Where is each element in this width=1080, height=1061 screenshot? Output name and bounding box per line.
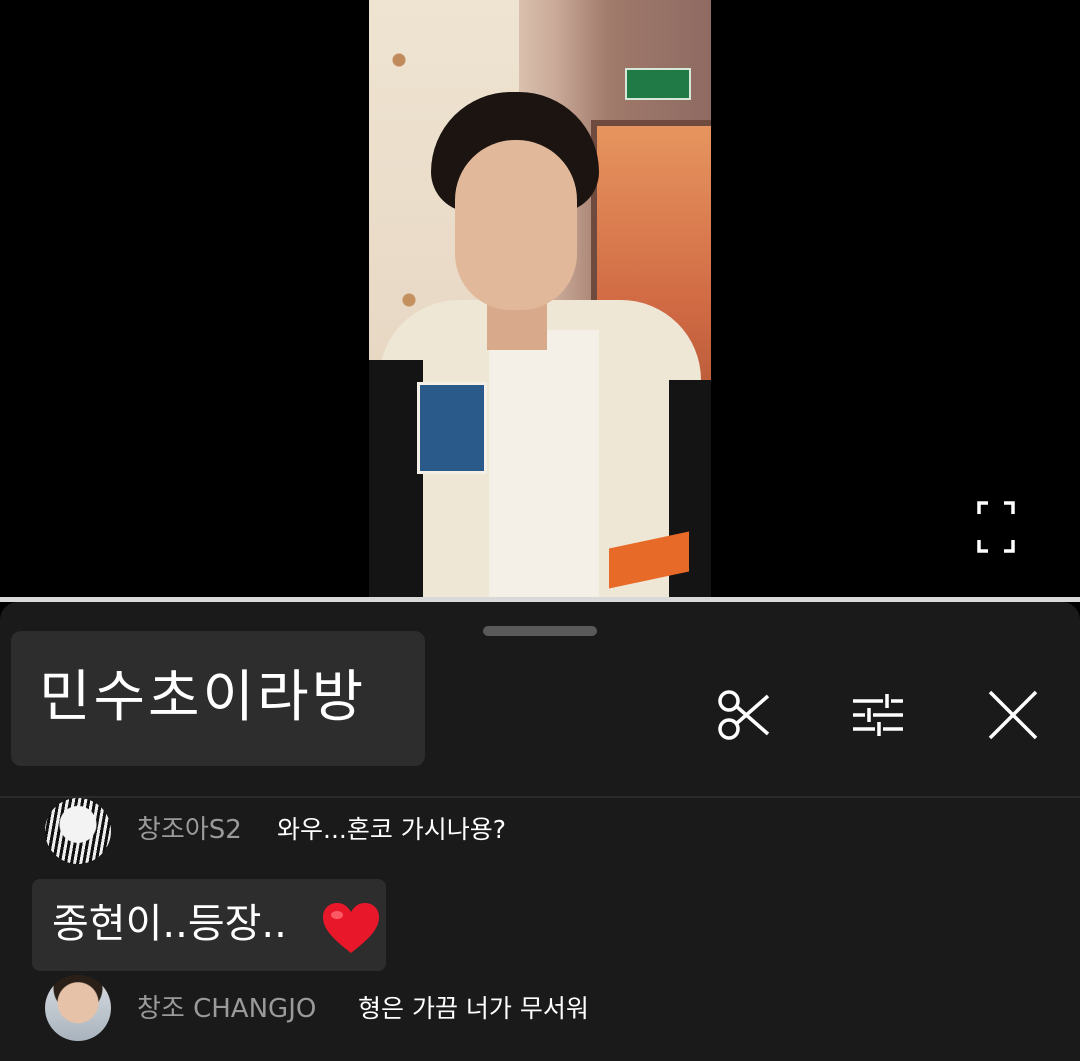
streamer-shirt xyxy=(489,330,599,597)
chat-text: 와우...혼코 가시나용? xyxy=(277,815,507,844)
heart-icon xyxy=(323,903,379,953)
live-video-feed[interactable] xyxy=(369,0,711,597)
fullscreen-icon xyxy=(977,501,1015,553)
user-avatar[interactable] xyxy=(45,975,111,1041)
room-title: 민수초이라방 xyxy=(39,665,367,730)
chat-message: 창조 CHANGJO 형은 가끔 너가 무서워 xyxy=(0,974,1080,1044)
close-button[interactable] xyxy=(984,686,1042,744)
drag-handle[interactable] xyxy=(483,626,597,636)
chat-username[interactable]: 창조 CHANGJO xyxy=(137,989,316,1029)
settings-button[interactable] xyxy=(849,686,907,744)
scissors-icon xyxy=(718,690,770,740)
room-title-banner: 민수초이라방 xyxy=(11,631,425,766)
streamer-face xyxy=(455,140,577,310)
close-icon xyxy=(988,690,1038,740)
sticker-message: 종현이..등장.. xyxy=(32,879,386,971)
sliders-icon xyxy=(853,694,903,736)
jacket-patch xyxy=(417,382,487,474)
chat-username[interactable]: 창조아S2 xyxy=(137,810,242,850)
sticker-text: 종현이..등장.. xyxy=(52,901,287,947)
chat-panel: 민수초이라방 창조아S2 와우...혼코 가시나용? 종현이..등장.. 창조 … xyxy=(0,602,1080,1061)
user-avatar[interactable] xyxy=(45,798,111,864)
chat-text: 형은 가끔 너가 무서워 xyxy=(358,994,589,1023)
live-stream-screen: 민수초이라방 창조아S2 와우...혼코 가시나용? 종현이..등장.. 창조 … xyxy=(0,0,1080,1061)
chat-message: 창조아S2 와우...혼코 가시나용? xyxy=(0,796,1080,866)
jacket-sleeve-left xyxy=(369,360,423,597)
exit-sign xyxy=(625,68,691,100)
video-player[interactable] xyxy=(0,0,1080,597)
fullscreen-button[interactable] xyxy=(976,500,1016,554)
clip-button[interactable] xyxy=(714,686,772,744)
